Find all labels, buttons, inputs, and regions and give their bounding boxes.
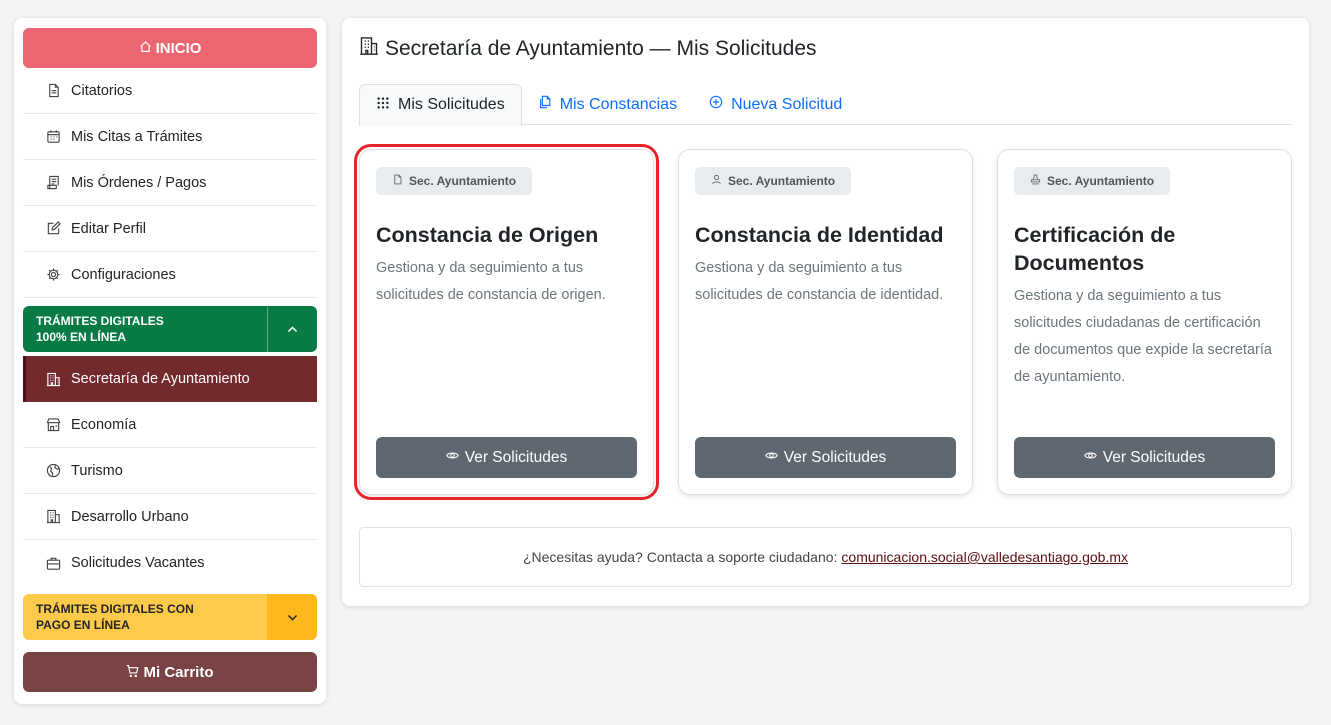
help-text: ¿Necesitas ayuda? Contacta a soporte ciu…: [522, 549, 838, 565]
tab-label: Nueva Solicitud: [731, 95, 843, 113]
shop-icon: [45, 417, 61, 433]
sidebar-item-editar-perfil[interactable]: Editar Perfil: [23, 206, 317, 252]
building-icon: [45, 509, 61, 525]
group-label-line1: TRÁMITES DIGITALES CON: [36, 602, 194, 616]
file-icon: [45, 83, 61, 99]
sidebar-item-desarrollo-urbano[interactable]: Desarrollo Urbano: [23, 494, 317, 540]
copy-icon: [538, 95, 552, 114]
category-badge: Sec. Ayuntamiento: [1014, 167, 1171, 195]
chevron-down-icon[interactable]: [267, 594, 317, 640]
inicio-button[interactable]: INICIO: [23, 28, 317, 68]
sidebar-item-label: Secretaría de Ayuntamiento: [71, 371, 250, 387]
sidebar-item-label: Editar Perfil: [71, 220, 146, 237]
tabs: Mis Solicitudes Mis Constancias Nueva So…: [359, 84, 1292, 126]
cart-button[interactable]: Mi Carrito: [23, 652, 317, 692]
gear-icon: [45, 267, 61, 283]
sidebar-item-turismo[interactable]: Turismo: [23, 448, 317, 494]
ver-solicitudes-button[interactable]: Ver Solicitudes: [695, 437, 956, 478]
stamp-icon: [1030, 174, 1041, 188]
sidebar-item-secretaria[interactable]: Secretaría de Ayuntamiento: [23, 356, 317, 402]
card-certificacion-documentos: Sec. Ayuntamiento Certificación de Docum…: [997, 149, 1292, 495]
badge-label: Sec. Ayuntamiento: [728, 174, 836, 188]
chevron-up-icon[interactable]: [267, 306, 317, 352]
home-icon: [139, 40, 152, 57]
button-label: Ver Solicitudes: [464, 448, 568, 466]
category-badge: Sec. Ayuntamiento: [695, 167, 852, 195]
card-title: Certificación de Documentos: [1014, 223, 1176, 275]
person-icon: [711, 174, 722, 188]
tab-mis-constancias[interactable]: Mis Constancias: [522, 84, 693, 125]
card-title: Constancia de Origen: [376, 223, 599, 247]
help-box: ¿Necesitas ayuda? Contacta a soporte ciu…: [359, 527, 1292, 587]
ver-solicitudes-button[interactable]: Ver Solicitudes: [1014, 437, 1275, 478]
sidebar-item-economia[interactable]: Economía: [23, 402, 317, 448]
sidebar-item-solicitudes-vacantes[interactable]: Solicitudes Vacantes: [23, 540, 317, 586]
group-label-line2: PAGO EN LÍNEA: [36, 618, 130, 632]
tab-mis-solicitudes[interactable]: Mis Solicitudes: [359, 84, 522, 126]
sidebar-item-configuraciones[interactable]: Configuraciones: [23, 252, 317, 298]
building-icon: [359, 36, 379, 62]
group-label-line1: TRÁMITES DIGITALES: [36, 314, 164, 328]
sidebar-item-citas[interactable]: Mis Citas a Trámites: [23, 114, 317, 160]
card-constancia-origen: Sec. Ayuntamiento Constancia de Origen G…: [354, 144, 659, 500]
card-constancia-identidad: Sec. Ayuntamiento Constancia de Identida…: [678, 149, 973, 495]
grid-icon: [376, 96, 390, 115]
card-description: Gestiona y da seguimiento a tus solicitu…: [695, 260, 944, 303]
card-description: Gestiona y da seguimiento a tus solicitu…: [376, 260, 606, 303]
card-title: Constancia de Identidad: [695, 223, 944, 247]
sidebar-item-label: Turismo: [71, 462, 123, 479]
sidebar-item-label: Mis Citas a Trámites: [71, 128, 203, 145]
sidebar-item-ordenes[interactable]: Mis Órdenes / Pagos: [23, 160, 317, 206]
category-badge: Sec. Ayuntamiento: [376, 167, 533, 195]
building-icon: [45, 371, 61, 387]
badge-label: Sec. Ayuntamiento: [409, 174, 517, 188]
main-panel: Secretaría de Ayuntamiento — Mis Solicit…: [342, 18, 1309, 606]
cart-label: Mi Carrito: [143, 663, 214, 681]
eye-icon: [1083, 449, 1097, 467]
tab-label: Mis Constancias: [559, 95, 678, 113]
sidebar-item-label: Mis Órdenes / Pagos: [71, 174, 207, 191]
inicio-label: INICIO: [155, 39, 202, 57]
receipt-icon: [45, 175, 61, 191]
eye-icon: [445, 449, 459, 467]
sidebar-item-label: Economía: [71, 416, 137, 433]
globe-icon: [45, 463, 61, 479]
sidebar-item-label: Desarrollo Urbano: [71, 508, 189, 525]
badge-label: Sec. Ayuntamiento: [1047, 174, 1155, 188]
sidebar-item-label: Configuraciones: [71, 266, 176, 283]
card-description: Gestiona y da seguimiento a tus solicitu…: [1014, 288, 1272, 385]
calendar-icon: [45, 129, 61, 145]
support-email-link[interactable]: comunicacion.social@valledesantiago.gob.…: [841, 549, 1128, 565]
edit-icon: [45, 221, 61, 237]
sidebar-item-label: Citatorios: [71, 82, 133, 99]
button-label: Ver Solicitudes: [783, 448, 887, 466]
sidebar: INICIO Citatorios Mis Citas a Trámites M…: [14, 18, 326, 704]
briefcase-icon: [45, 555, 61, 571]
cards-grid: Sec. Ayuntamiento Constancia de Origen G…: [354, 144, 1292, 500]
group-label-line2: 100% EN LÍNEA: [36, 330, 127, 344]
sidebar-item-label: Solicitudes Vacantes: [71, 555, 205, 571]
page-title: Secretaría de Ayuntamiento — Mis Solicit…: [385, 37, 817, 60]
sidebar-item-citatorios[interactable]: Citatorios: [23, 68, 317, 114]
ver-solicitudes-button[interactable]: Ver Solicitudes: [376, 437, 637, 478]
button-label: Ver Solicitudes: [1102, 448, 1206, 466]
cart-icon: [126, 664, 139, 681]
tab-nueva-solicitud[interactable]: Nueva Solicitud: [693, 84, 858, 125]
group-tramites-en-linea[interactable]: TRÁMITES DIGITALES 100% EN LÍNEA: [23, 306, 317, 352]
file-icon: [392, 174, 403, 188]
eye-icon: [764, 449, 778, 467]
plus-circle-icon: [709, 95, 723, 114]
group-tramites-con-pago[interactable]: TRÁMITES DIGITALES CON PAGO EN LÍNEA: [23, 594, 317, 640]
tab-label: Mis Solicitudes: [398, 96, 505, 113]
